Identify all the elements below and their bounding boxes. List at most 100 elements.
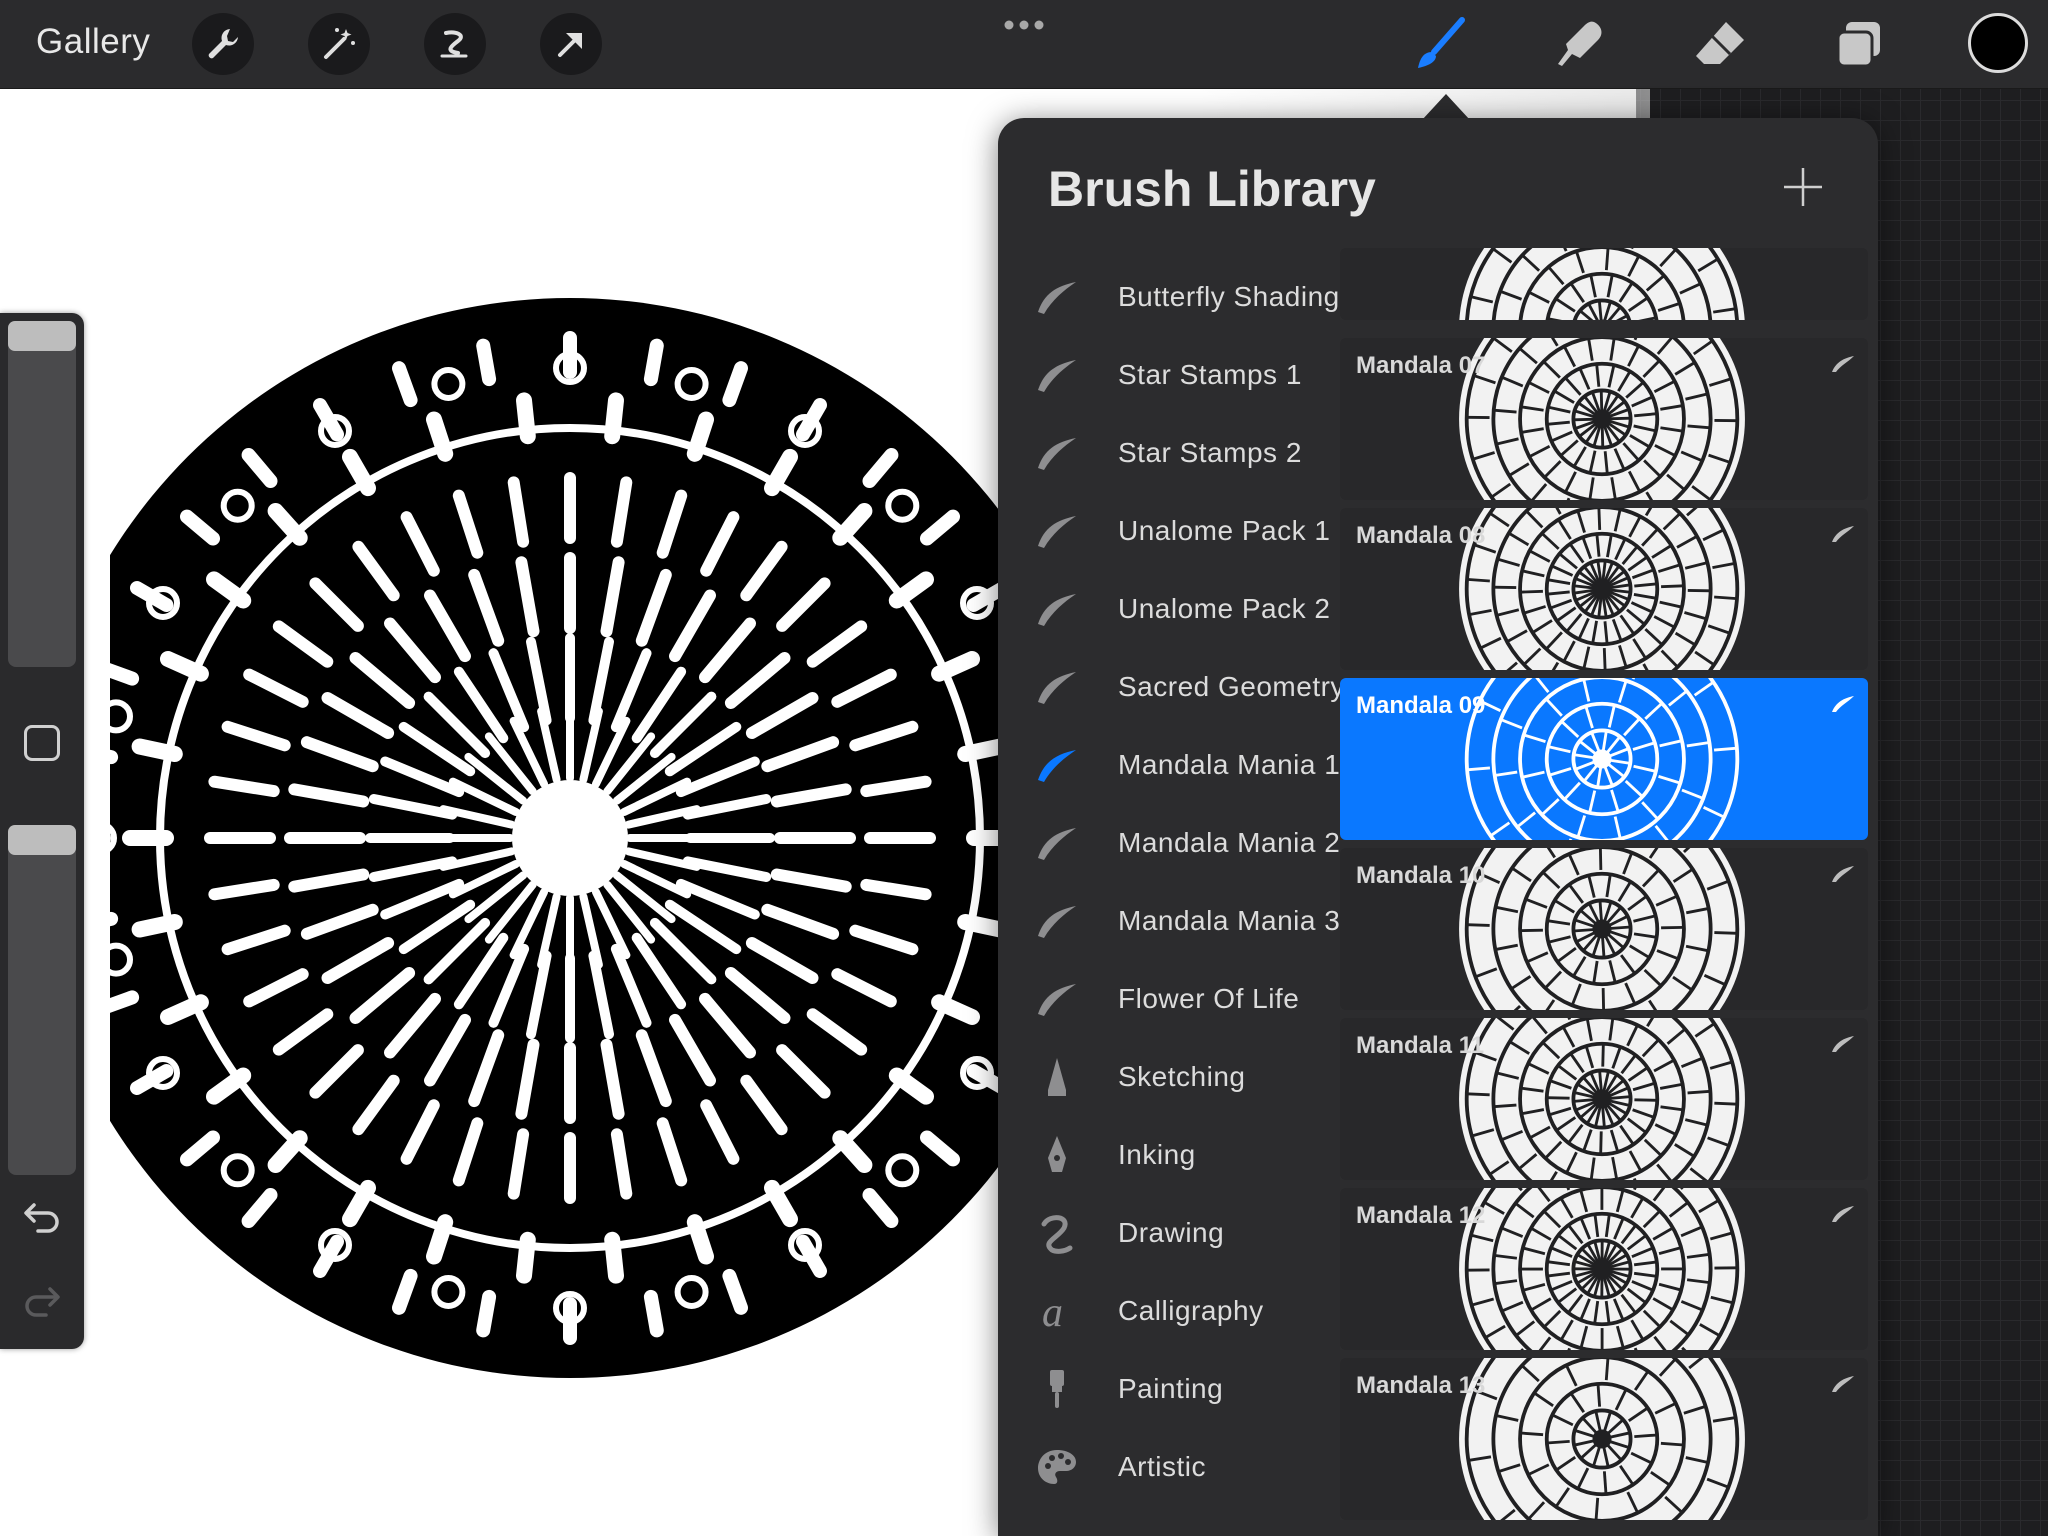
brush-set-label: Unalome Pack 1 bbox=[1118, 515, 1331, 546]
brush-set-item[interactable]: Butterfly Shading bbox=[998, 258, 1340, 336]
brush-set-item[interactable]: Drawing bbox=[998, 1194, 1338, 1272]
opacity-slider[interactable] bbox=[8, 825, 76, 1175]
imported-brush-icon bbox=[1830, 524, 1856, 544]
brush-name: Mandala 13 bbox=[1356, 1372, 1486, 1399]
brush-set-label: Mandala Mania 2 bbox=[1118, 827, 1341, 858]
brush-set-label: Drawing bbox=[1118, 1217, 1225, 1248]
brush-set-item[interactable]: Inking bbox=[998, 1116, 1338, 1194]
popover-pointer bbox=[1422, 94, 1470, 120]
brush-card[interactable]: Mandala 11 bbox=[1340, 1018, 1868, 1180]
brush-set-item[interactable]: Mandala Mania 2 bbox=[998, 804, 1341, 882]
brush-name: Mandala 12 bbox=[1356, 1202, 1486, 1229]
imported-brush-icon bbox=[1830, 694, 1856, 714]
brush-set-item[interactable]: Unalome Pack 2 bbox=[998, 570, 1338, 648]
brush-set-label: Inking bbox=[1118, 1139, 1196, 1170]
brush-set-label: Sacred Geometry bbox=[1118, 671, 1345, 702]
stroke-icon bbox=[1034, 274, 1080, 320]
pencil-tip-icon bbox=[1034, 1054, 1080, 1100]
brush-card[interactable]: Mandala 12 bbox=[1340, 1188, 1868, 1350]
imported-brush-icon bbox=[1830, 1034, 1856, 1054]
brush-name: Mandala 11 bbox=[1356, 1032, 1485, 1059]
transform-button[interactable] bbox=[540, 13, 602, 75]
pen-nib-icon bbox=[1034, 1132, 1080, 1178]
stroke-icon bbox=[1034, 352, 1080, 398]
brush-set-label: Flower Of Life bbox=[1118, 983, 1300, 1014]
brush-name: Mandala 09 bbox=[1356, 692, 1486, 719]
brush-card[interactable]: Mandala 09 bbox=[1340, 678, 1868, 840]
brush-card[interactable]: Mandala 10 bbox=[1340, 848, 1868, 1010]
brush-size-thumb[interactable] bbox=[8, 321, 76, 351]
svg-text:a: a bbox=[1042, 1290, 1063, 1334]
imported-brush-icon bbox=[1830, 1204, 1856, 1224]
brush-name: Mandala 07 bbox=[1356, 352, 1486, 379]
redo-icon[interactable] bbox=[22, 1279, 62, 1319]
brush-card[interactable]: Mandala 07 bbox=[1340, 338, 1868, 500]
opacity-thumb[interactable] bbox=[8, 825, 76, 855]
brush-set-label: Mandala Mania 1 bbox=[1118, 749, 1341, 780]
imported-brush-icon bbox=[1830, 354, 1856, 374]
actions-button[interactable] bbox=[192, 13, 254, 75]
brush-icon[interactable] bbox=[1410, 14, 1470, 74]
brush-set-label: Sketching bbox=[1118, 1061, 1246, 1092]
brush-set-item[interactable]: Artistic bbox=[998, 1428, 1338, 1506]
eraser-icon[interactable] bbox=[1690, 14, 1750, 74]
brush-set-item[interactable]: Star Stamps 2 bbox=[998, 414, 1338, 492]
squiggle-icon bbox=[1034, 1210, 1080, 1256]
mandala-artwork bbox=[110, 298, 1030, 1378]
brush-set-item[interactable]: Mandala Mania 3 bbox=[998, 882, 1341, 960]
palette-icon bbox=[1034, 1444, 1080, 1490]
brush-set-label: Mandala Mania 3 bbox=[1118, 905, 1341, 936]
stroke-icon bbox=[1034, 742, 1080, 788]
brush-set-item[interactable]: Mandala Mania 1 bbox=[998, 726, 1341, 804]
brush-name: Mandala 10 bbox=[1356, 862, 1486, 889]
stroke-icon bbox=[1034, 898, 1080, 944]
adjustments-button[interactable] bbox=[308, 13, 370, 75]
layers-icon[interactable] bbox=[1830, 14, 1890, 74]
add-brush-icon[interactable] bbox=[1780, 164, 1826, 210]
left-sidebar bbox=[0, 313, 84, 1349]
brush-set-label: Unalome Pack 2 bbox=[1118, 593, 1331, 624]
selection-icon bbox=[440, 30, 468, 58]
stroke-icon bbox=[1034, 508, 1080, 554]
brush-set-item[interactable]: Sketching bbox=[998, 1038, 1338, 1116]
selection-button[interactable] bbox=[424, 13, 486, 75]
imported-brush-icon bbox=[1830, 864, 1856, 884]
brush-set-label: Calligraphy bbox=[1118, 1295, 1264, 1326]
brush-set-item[interactable]: Sacred Geometry bbox=[998, 648, 1344, 726]
stroke-icon bbox=[1034, 820, 1080, 866]
brush-card[interactable]: Mandala 08 bbox=[1340, 508, 1868, 670]
brush-set-item[interactable]: a Calligraphy bbox=[998, 1272, 1338, 1350]
brush-set-label: Star Stamps 1 bbox=[1118, 359, 1302, 390]
brush-set-label: Artistic bbox=[1118, 1451, 1206, 1482]
brush-set-label: Butterfly Shading bbox=[1118, 281, 1340, 312]
top-toolbar: Gallery bbox=[0, 0, 2048, 89]
brush-set-label: Star Stamps 2 bbox=[1118, 437, 1302, 468]
paintbrush-icon bbox=[1034, 1366, 1080, 1412]
brush-set-item[interactable]: Flower Of Life bbox=[998, 960, 1338, 1038]
brush-size-slider[interactable] bbox=[8, 321, 76, 667]
color-picker-button[interactable] bbox=[1968, 13, 2028, 73]
calligraphy-a-icon: a bbox=[1034, 1288, 1080, 1334]
more-options-icon[interactable] bbox=[1002, 18, 1046, 32]
imported-brush-icon bbox=[1830, 1374, 1856, 1394]
gallery-button[interactable]: Gallery bbox=[36, 22, 150, 62]
stroke-icon bbox=[1034, 586, 1080, 632]
brush-name: Mandala 08 bbox=[1356, 522, 1486, 549]
brush-card[interactable]: Mandala 13 bbox=[1340, 1358, 1868, 1520]
stroke-icon bbox=[1034, 664, 1080, 710]
brush-set-item[interactable]: Unalome Pack 1 bbox=[998, 492, 1338, 570]
brush-set-item[interactable]: Painting bbox=[998, 1350, 1338, 1428]
modify-button[interactable] bbox=[24, 725, 60, 761]
smudge-icon[interactable] bbox=[1550, 14, 1610, 74]
wrench-icon bbox=[208, 29, 238, 59]
magic-wand-icon bbox=[324, 28, 355, 59]
brush-card[interactable] bbox=[1340, 248, 1868, 320]
brush-library-panel: Brush Library Butterfly Shading Star Stam… bbox=[998, 118, 1878, 1536]
transform-arrow-icon bbox=[558, 33, 582, 57]
brush-set-label: Painting bbox=[1118, 1373, 1224, 1404]
undo-icon[interactable] bbox=[22, 1195, 62, 1235]
stroke-icon bbox=[1034, 430, 1080, 476]
brush-set-item[interactable]: Star Stamps 1 bbox=[998, 336, 1338, 414]
panel-title: Brush Library bbox=[1048, 161, 1376, 217]
brush-stroke-preview bbox=[1411, 248, 1793, 320]
